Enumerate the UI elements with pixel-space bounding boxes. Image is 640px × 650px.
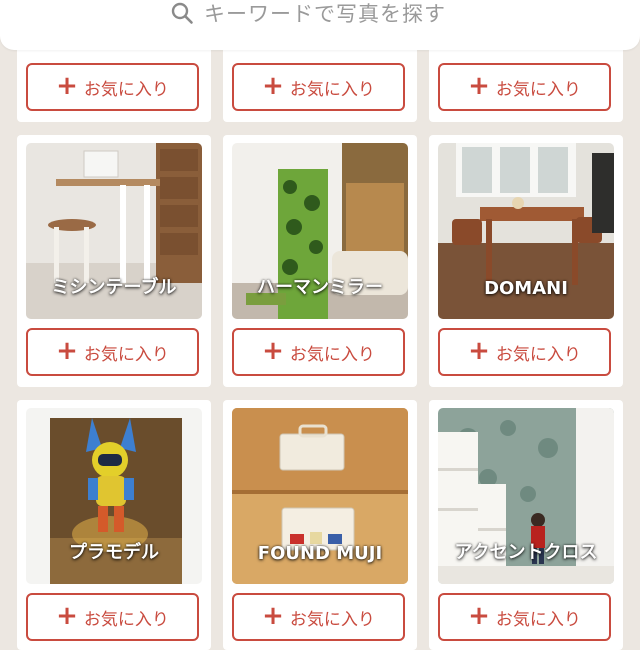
photo-thumbnail[interactable]: DOMANI [438,143,614,319]
favorite-label: お気に入り [289,609,375,630]
favorite-button[interactable]: + お気に入り [438,593,611,641]
photo-title: DOMANI [484,278,568,299]
photo-title: ハーマンミラー [257,277,383,298]
favorite-button[interactable]: + お気に入り [438,63,611,111]
photo-thumbnail[interactable]: FOUND MUJI [232,408,408,584]
favorite-button[interactable]: + お気に入り [232,63,405,111]
favorite-label: お気に入り [83,79,169,100]
plus-icon: + [262,601,284,631]
photo-title: ミシンテーブル [51,277,177,298]
photo-title: プラモデル [69,542,159,563]
search-bar[interactable]: キーワードで写真を探す [0,0,640,50]
photo-card: FOUND MUJI + お気に入り [223,400,417,650]
favorite-button[interactable]: + お気に入り [26,328,199,376]
plus-icon: + [56,336,78,366]
photo-card: ミシンテーブル + お気に入り [17,135,211,387]
plus-icon: + [56,71,78,101]
favorite-button[interactable]: + お気に入り [232,328,405,376]
photo-card: ハーマンミラー + お気に入り [223,135,417,387]
favorite-label: お気に入り [495,344,581,365]
plus-icon: + [468,601,490,631]
favorite-label: お気に入り [289,79,375,100]
search-input[interactable]: キーワードで写真を探す [204,0,446,28]
photo-thumbnail[interactable]: ハーマンミラー [232,143,408,319]
photo-thumbnail[interactable]: ミシンテーブル [26,143,202,319]
favorite-button[interactable]: + お気に入り [26,593,199,641]
plus-icon: + [468,71,490,101]
favorite-label: お気に入り [495,609,581,630]
photo-title: アクセントクロス [454,542,598,563]
photo-card: プラモデル + お気に入り [17,400,211,650]
plus-icon: + [56,601,78,631]
search-icon [170,1,194,25]
favorite-button[interactable]: + お気に入り [26,63,199,111]
photo-card: アクセントクロス + お気に入り [429,400,623,650]
photo-title: FOUND MUJI [257,543,383,564]
favorite-button[interactable]: + お気に入り [438,328,611,376]
favorite-label: お気に入り [83,344,169,365]
photo-thumbnail[interactable]: アクセントクロス [438,408,614,584]
plus-icon: + [468,336,490,366]
favorite-button[interactable]: + お気に入り [232,593,405,641]
favorite-label: お気に入り [83,609,169,630]
favorite-label: お気に入り [289,344,375,365]
plus-icon: + [262,71,284,101]
photo-thumbnail[interactable]: プラモデル [26,408,202,584]
photo-card: DOMANI + お気に入り [429,135,623,387]
plus-icon: + [262,336,284,366]
favorite-label: お気に入り [495,79,581,100]
